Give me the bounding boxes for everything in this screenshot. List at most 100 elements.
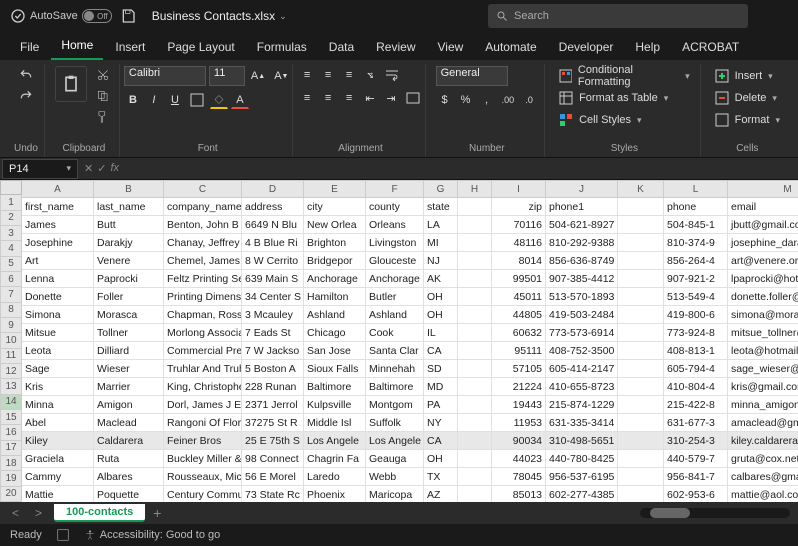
decrease-font-button[interactable]: A▼ bbox=[271, 67, 291, 85]
cell[interactable]: leota@hotmail.com bbox=[728, 342, 798, 360]
cell[interactable]: LA bbox=[424, 216, 458, 234]
column-header[interactable]: K bbox=[618, 180, 664, 198]
cell[interactable]: 856-636-8749 bbox=[546, 252, 618, 270]
cell[interactable]: Maclead bbox=[94, 414, 164, 432]
cell[interactable]: Glouceste bbox=[366, 252, 424, 270]
column-header[interactable]: J bbox=[546, 180, 618, 198]
conditional-formatting-button[interactable]: Conditional Formatting▾ bbox=[555, 66, 694, 86]
cell[interactable]: 11953 bbox=[492, 414, 546, 432]
cell[interactable]: Hamilton bbox=[304, 288, 366, 306]
cell[interactable]: 60632 bbox=[492, 324, 546, 342]
cell[interactable]: 7 W Jackso bbox=[242, 342, 304, 360]
document-name[interactable]: Business Contacts.xlsx⌄ bbox=[152, 9, 287, 23]
sheet-tab[interactable]: 100-contacts bbox=[54, 504, 145, 522]
cell[interactable] bbox=[618, 234, 664, 252]
cell[interactable]: 8014 bbox=[492, 252, 546, 270]
cell[interactable]: Rangoni Of Florer bbox=[164, 414, 242, 432]
cell[interactable]: NJ bbox=[424, 252, 458, 270]
wrap-text-button[interactable] bbox=[382, 66, 402, 84]
cell[interactable]: simona@morasca.com bbox=[728, 306, 798, 324]
cell[interactable]: 440-579-7 bbox=[664, 450, 728, 468]
tab-insert[interactable]: Insert bbox=[105, 36, 155, 60]
cell[interactable]: Baltimore bbox=[366, 378, 424, 396]
cell[interactable]: San Jose bbox=[304, 342, 366, 360]
column-header[interactable]: D bbox=[242, 180, 304, 198]
cell[interactable]: PA bbox=[424, 396, 458, 414]
row-header[interactable]: 1 bbox=[0, 195, 22, 210]
row-header[interactable]: 2 bbox=[0, 211, 22, 226]
cell[interactable]: Ashland bbox=[304, 306, 366, 324]
row-header[interactable]: 19 bbox=[0, 471, 22, 486]
cell[interactable]: 504-621-8927 bbox=[546, 216, 618, 234]
cell[interactable]: Donette bbox=[22, 288, 94, 306]
cell[interactable]: 44023 bbox=[492, 450, 546, 468]
cancel-formula-icon[interactable]: ✕ bbox=[84, 162, 93, 175]
column-header[interactable]: B bbox=[94, 180, 164, 198]
cell[interactable]: 513-570-1893 bbox=[546, 288, 618, 306]
cell[interactable]: Kulpsville bbox=[304, 396, 366, 414]
cell[interactable] bbox=[458, 270, 492, 288]
row-header[interactable]: 15 bbox=[0, 410, 22, 425]
cut-button[interactable] bbox=[93, 66, 113, 84]
decrease-decimal-button[interactable]: .0 bbox=[520, 91, 538, 109]
cell[interactable] bbox=[458, 252, 492, 270]
cell[interactable]: 98 Connect bbox=[242, 450, 304, 468]
fx-icon[interactable]: fx bbox=[110, 162, 119, 175]
cell[interactable]: Mitsue bbox=[22, 324, 94, 342]
cell[interactable] bbox=[618, 252, 664, 270]
increase-decimal-button[interactable]: .00 bbox=[499, 91, 518, 109]
align-middle-button[interactable]: ≡ bbox=[319, 66, 337, 84]
cell[interactable]: 19443 bbox=[492, 396, 546, 414]
row-header[interactable]: 10 bbox=[0, 333, 22, 348]
cell[interactable]: 410-655-8723 bbox=[546, 378, 618, 396]
cell[interactable] bbox=[458, 288, 492, 306]
column-header[interactable]: L bbox=[664, 180, 728, 198]
cell[interactable]: Josephine bbox=[22, 234, 94, 252]
row-header[interactable]: 7 bbox=[0, 287, 22, 302]
cell[interactable]: Laredo bbox=[304, 468, 366, 486]
column-header[interactable]: A bbox=[22, 180, 94, 198]
cell[interactable]: Santa Clar bbox=[366, 342, 424, 360]
cell[interactable]: Albares bbox=[94, 468, 164, 486]
cell[interactable]: 73 State Rc bbox=[242, 486, 304, 502]
cell[interactable]: 2371 Jerrol bbox=[242, 396, 304, 414]
column-header[interactable]: M bbox=[728, 180, 798, 198]
cell[interactable]: 907-385-4412 bbox=[546, 270, 618, 288]
cell[interactable]: kris@gmail.com bbox=[728, 378, 798, 396]
cell[interactable]: state bbox=[424, 198, 458, 216]
font-color-button[interactable]: A bbox=[231, 91, 249, 109]
cell[interactable]: 602-277-4385 bbox=[546, 486, 618, 502]
cell[interactable]: 419-503-2484 bbox=[546, 306, 618, 324]
cell[interactable]: Chagrin Fa bbox=[304, 450, 366, 468]
select-all-corner[interactable] bbox=[0, 180, 22, 195]
cell[interactable]: Livingston bbox=[366, 234, 424, 252]
cell[interactable] bbox=[618, 468, 664, 486]
cell[interactable]: Sioux Falls bbox=[304, 360, 366, 378]
cell[interactable]: mitsue_tollner@yahoo.com bbox=[728, 324, 798, 342]
cell[interactable]: OH bbox=[424, 306, 458, 324]
column-header[interactable]: E bbox=[304, 180, 366, 198]
cell[interactable] bbox=[458, 360, 492, 378]
cell[interactable]: Rousseaux, Mich bbox=[164, 468, 242, 486]
cell[interactable]: 6649 N Blu bbox=[242, 216, 304, 234]
cell[interactable]: Brighton bbox=[304, 234, 366, 252]
align-bottom-button[interactable]: ≡ bbox=[340, 66, 358, 84]
accounting-format-button[interactable]: $ bbox=[436, 91, 454, 109]
cell[interactable]: 95111 bbox=[492, 342, 546, 360]
comma-format-button[interactable]: , bbox=[478, 91, 496, 109]
cell[interactable]: Ashland bbox=[366, 306, 424, 324]
cell[interactable]: 408-813-1 bbox=[664, 342, 728, 360]
cell[interactable]: 85013 bbox=[492, 486, 546, 502]
cell[interactable] bbox=[618, 432, 664, 450]
align-top-button[interactable]: ≡ bbox=[298, 66, 316, 84]
fill-color-button[interactable] bbox=[210, 91, 228, 109]
cell[interactable]: address bbox=[242, 198, 304, 216]
cell[interactable]: 408-752-3500 bbox=[546, 342, 618, 360]
cell[interactable]: Tollner bbox=[94, 324, 164, 342]
tab-home[interactable]: Home bbox=[51, 34, 103, 60]
cell[interactable] bbox=[458, 468, 492, 486]
cell[interactable]: 215-874-1229 bbox=[546, 396, 618, 414]
column-header[interactable]: F bbox=[366, 180, 424, 198]
cell[interactable]: 44805 bbox=[492, 306, 546, 324]
cell-styles-button[interactable]: Cell Styles▾ bbox=[555, 110, 646, 130]
